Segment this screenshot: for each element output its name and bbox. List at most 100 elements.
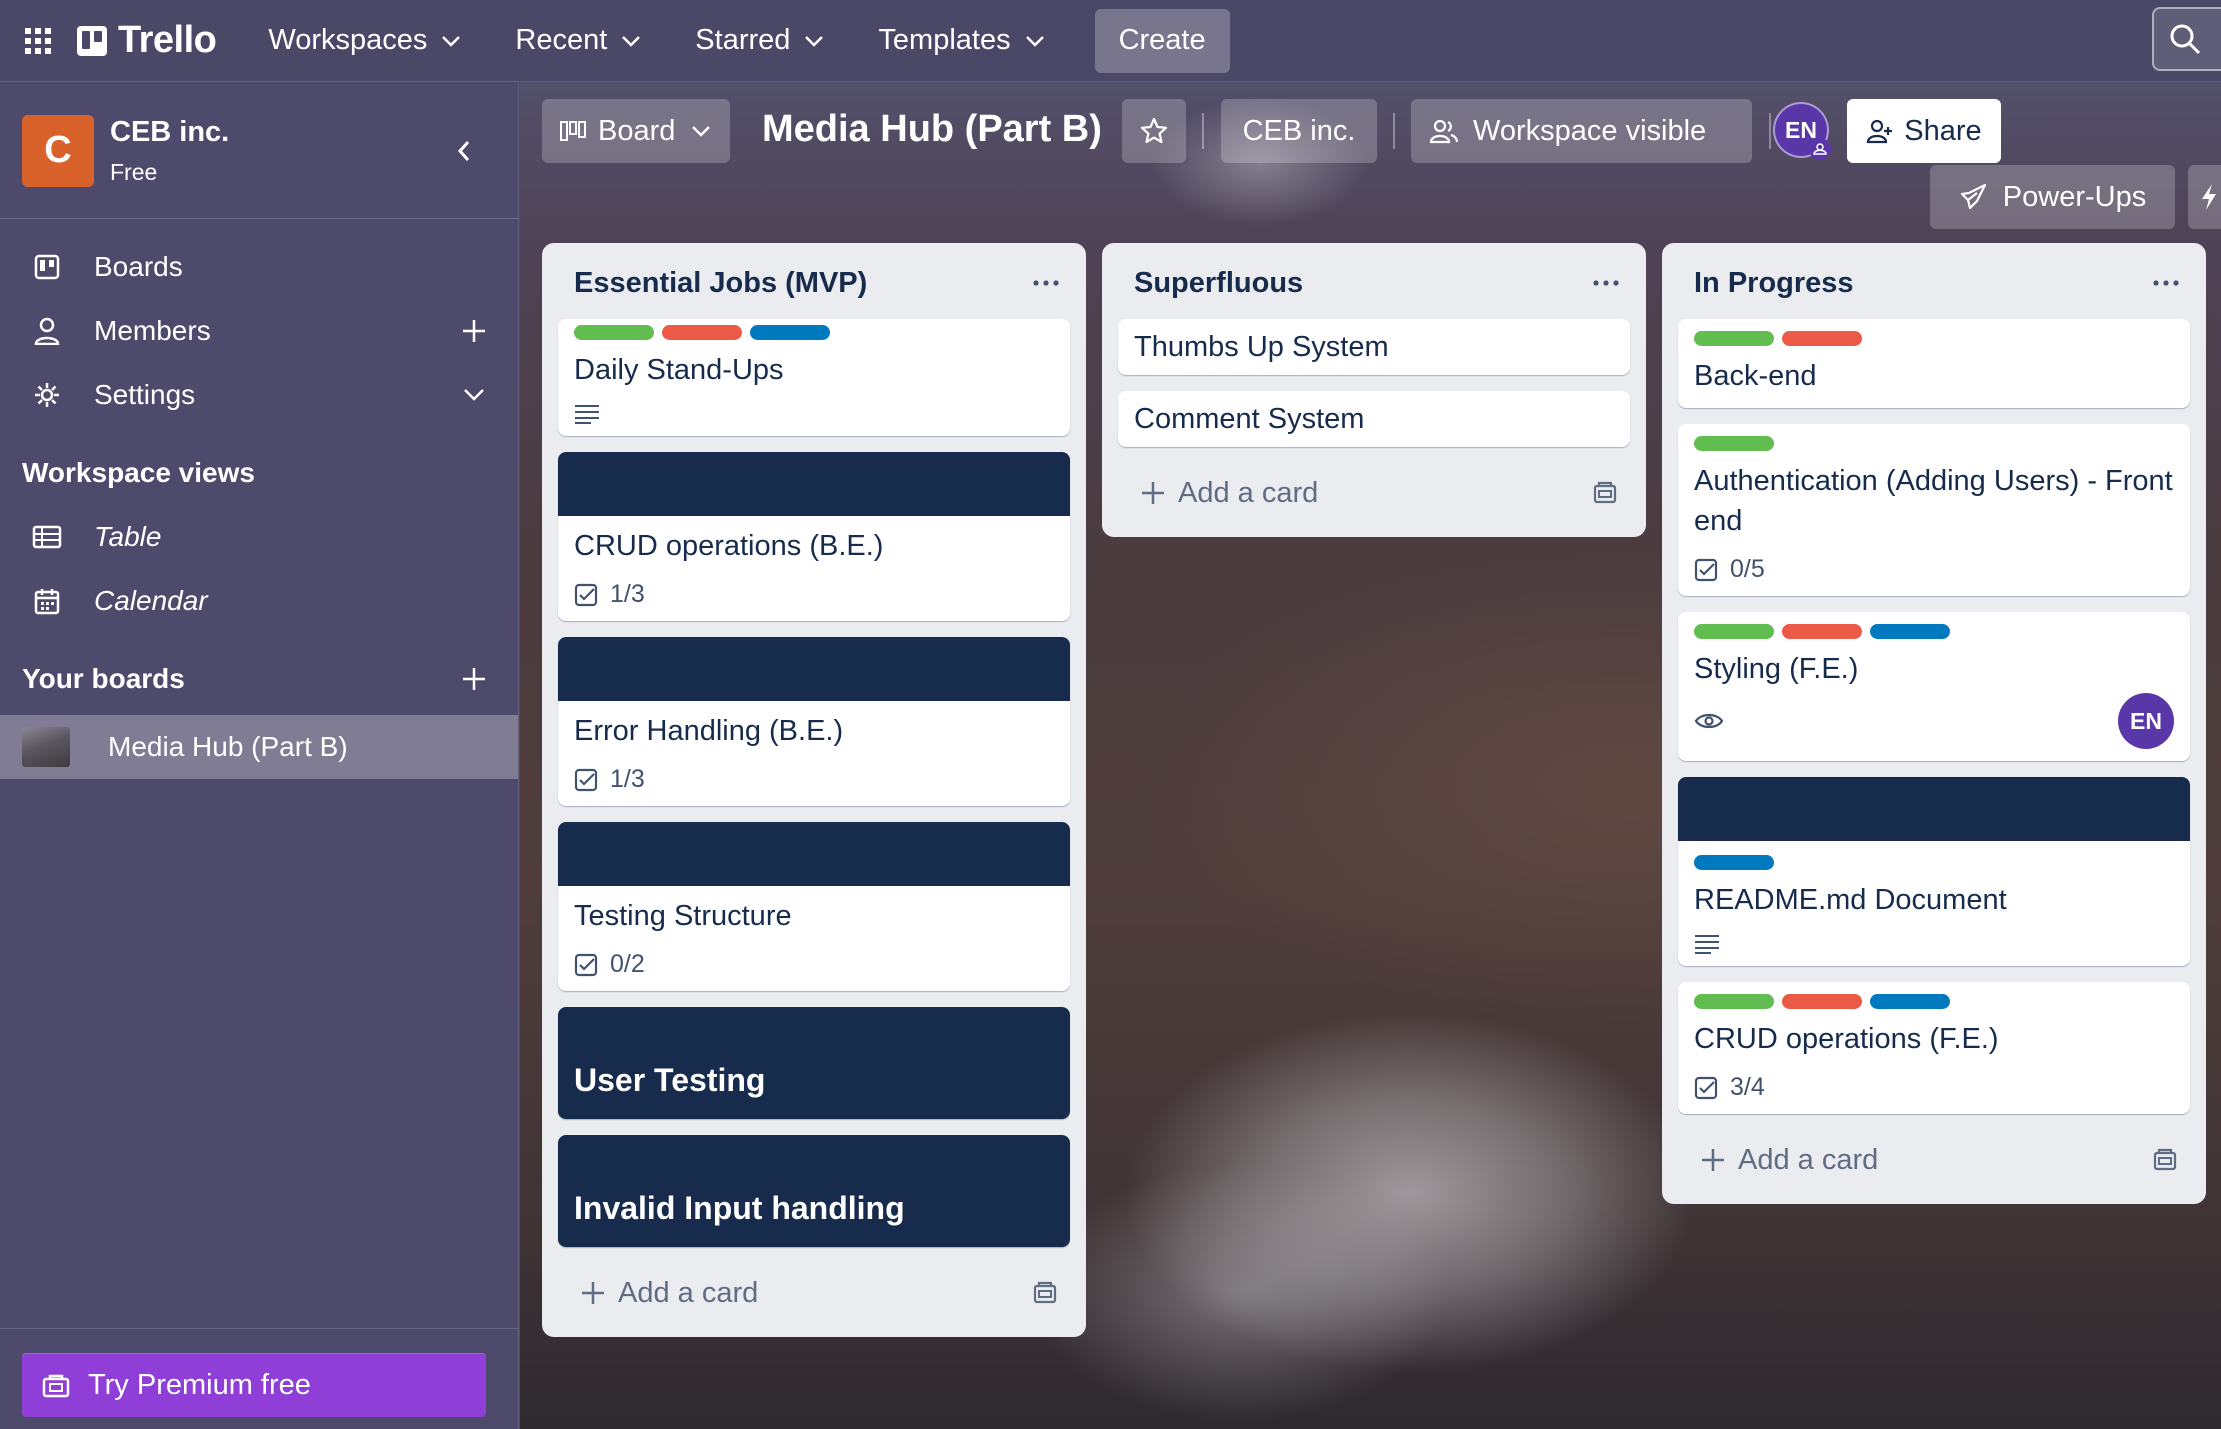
card[interactable]: Authentication (Adding Users) - Front en… bbox=[1678, 424, 2190, 596]
label-blue[interactable] bbox=[1694, 855, 1774, 870]
card[interactable]: User Testing bbox=[558, 1007, 1070, 1119]
list-title[interactable]: Essential Jobs (MVP) bbox=[574, 267, 867, 300]
add-member-button[interactable] bbox=[454, 318, 494, 344]
board-canvas: Board Media Hub (Part B) CEB inc. Worksp… bbox=[520, 83, 2221, 1429]
card[interactable]: CRUD operations (B.E.) 1/3 bbox=[558, 452, 1070, 621]
list-title[interactable]: In Progress bbox=[1694, 267, 1854, 300]
card-template-button[interactable] bbox=[2152, 1148, 2178, 1172]
label-green[interactable] bbox=[1694, 624, 1774, 639]
app-switcher-button[interactable] bbox=[0, 0, 76, 82]
template-icon bbox=[2152, 1148, 2178, 1172]
card-member-avatar[interactable]: EN bbox=[2118, 693, 2174, 749]
trello-logo[interactable]: Trello bbox=[76, 19, 217, 62]
workspaces-menu[interactable]: Workspaces bbox=[246, 10, 483, 72]
label-red[interactable] bbox=[1782, 331, 1862, 346]
card[interactable]: Comment System bbox=[1118, 391, 1630, 447]
add-card-label: Add a card bbox=[1178, 476, 1319, 509]
sidebar-item-label: Table bbox=[94, 521, 162, 552]
sidebar-item-boards[interactable]: Boards bbox=[0, 235, 518, 299]
list-title[interactable]: Superfluous bbox=[1134, 267, 1303, 300]
more-icon bbox=[1592, 279, 1620, 287]
sidebar-item-table[interactable]: Table bbox=[0, 505, 518, 569]
checklist-count: 0/5 bbox=[1730, 555, 1765, 583]
card-badges: 0/2 bbox=[574, 950, 1054, 979]
visibility-button[interactable]: Workspace visible bbox=[1411, 99, 1752, 163]
templates-menu[interactable]: Templates bbox=[856, 10, 1066, 72]
card-template-button[interactable] bbox=[1592, 481, 1618, 505]
checklist-count: 3/4 bbox=[1730, 1073, 1765, 1101]
label-green[interactable] bbox=[1694, 436, 1774, 451]
description-icon bbox=[574, 404, 600, 424]
label-blue[interactable] bbox=[1870, 624, 1950, 639]
card[interactable]: Testing Structure 0/2 bbox=[558, 822, 1070, 991]
checklist-count: 1/3 bbox=[610, 580, 645, 608]
board-thumbnail bbox=[22, 727, 70, 767]
workspace-name[interactable]: CEB inc. bbox=[110, 116, 436, 149]
card-labels[interactable] bbox=[574, 325, 1054, 340]
card-badges: 3/4 bbox=[1694, 1073, 2174, 1102]
search-icon bbox=[2168, 22, 2202, 56]
card-labels[interactable] bbox=[1694, 331, 2174, 346]
add-card-button[interactable]: Add a card bbox=[1118, 463, 1630, 523]
add-card-button[interactable]: Add a card bbox=[1678, 1130, 2190, 1190]
share-label: Share bbox=[1904, 114, 1982, 147]
checklist-badge: 0/2 bbox=[574, 950, 645, 979]
star-board-button[interactable] bbox=[1122, 99, 1186, 163]
card-labels[interactable] bbox=[1694, 436, 2174, 451]
expand-settings-button[interactable] bbox=[454, 388, 494, 402]
automation-button[interactable] bbox=[2188, 165, 2221, 229]
card[interactable]: Invalid Input handling bbox=[558, 1135, 1070, 1247]
recent-menu[interactable]: Recent bbox=[493, 10, 663, 72]
sidebar-item-calendar[interactable]: Calendar bbox=[0, 569, 518, 633]
power-ups-button[interactable]: Power-Ups bbox=[1930, 165, 2175, 229]
card[interactable]: CRUD operations (F.E.) 3/4 bbox=[1678, 982, 2190, 1114]
label-blue[interactable] bbox=[750, 325, 830, 340]
workspace-avatar[interactable]: C bbox=[22, 114, 94, 187]
card-labels[interactable] bbox=[1694, 624, 2174, 639]
card[interactable]: README.md Document bbox=[1678, 777, 2190, 966]
checklist-badge: 1/3 bbox=[574, 765, 645, 794]
board-member-avatar[interactable]: EN bbox=[1773, 102, 1831, 160]
card[interactable]: Thumbs Up System bbox=[1118, 319, 1630, 375]
card[interactable]: Error Handling (B.E.) 1/3 bbox=[558, 637, 1070, 806]
label-red[interactable] bbox=[1782, 994, 1862, 1009]
workspace-button[interactable]: CEB inc. bbox=[1221, 99, 1377, 163]
card-title: Testing Structure bbox=[574, 900, 792, 932]
list-menu-button[interactable] bbox=[1032, 279, 1060, 287]
templates-menu-label: Templates bbox=[878, 24, 1011, 56]
add-board-button[interactable] bbox=[454, 666, 494, 692]
try-premium-button[interactable]: Try Premium free bbox=[22, 1353, 486, 1417]
admin-badge-icon bbox=[1809, 138, 1831, 160]
more-icon bbox=[1032, 279, 1060, 287]
search-button[interactable] bbox=[2152, 7, 2221, 71]
label-red[interactable] bbox=[662, 325, 742, 340]
list-menu-button[interactable] bbox=[2152, 279, 2180, 287]
label-green[interactable] bbox=[1694, 331, 1774, 346]
your-boards-heading: Your boards bbox=[0, 647, 518, 711]
card[interactable]: Styling (F.E.) EN bbox=[1678, 612, 2190, 761]
card-labels[interactable] bbox=[1694, 994, 2174, 1009]
checklist-badge: 1/3 bbox=[574, 580, 645, 609]
create-button[interactable]: Create bbox=[1094, 8, 1230, 73]
add-card-button[interactable]: Add a card bbox=[558, 1263, 1070, 1323]
label-blue[interactable] bbox=[1870, 994, 1950, 1009]
sidebar-board-media-hub[interactable]: Media Hub (Part B) bbox=[0, 715, 518, 779]
board-title[interactable]: Media Hub (Part B) bbox=[762, 97, 1102, 161]
label-green[interactable] bbox=[574, 325, 654, 340]
label-green[interactable] bbox=[1694, 994, 1774, 1009]
sidebar-item-settings[interactable]: Settings bbox=[0, 363, 518, 427]
card-badges: 1/3 bbox=[574, 765, 1054, 794]
card-labels[interactable] bbox=[1694, 855, 2174, 870]
starred-menu[interactable]: Starred bbox=[673, 10, 846, 72]
collapse-sidebar-button[interactable] bbox=[436, 123, 492, 179]
header-divider bbox=[1769, 113, 1771, 149]
label-red[interactable] bbox=[1782, 624, 1862, 639]
board-view-switcher[interactable]: Board bbox=[542, 99, 730, 163]
list-menu-button[interactable] bbox=[1592, 279, 1620, 287]
card-template-button[interactable] bbox=[1032, 1281, 1058, 1305]
card[interactable]: Daily Stand-Ups bbox=[558, 319, 1070, 436]
card[interactable]: Back-end bbox=[1678, 319, 2190, 408]
card-title: CRUD operations (B.E.) bbox=[574, 530, 884, 562]
sidebar-item-members[interactable]: Members bbox=[0, 299, 518, 363]
share-button[interactable]: Share bbox=[1847, 99, 2001, 163]
